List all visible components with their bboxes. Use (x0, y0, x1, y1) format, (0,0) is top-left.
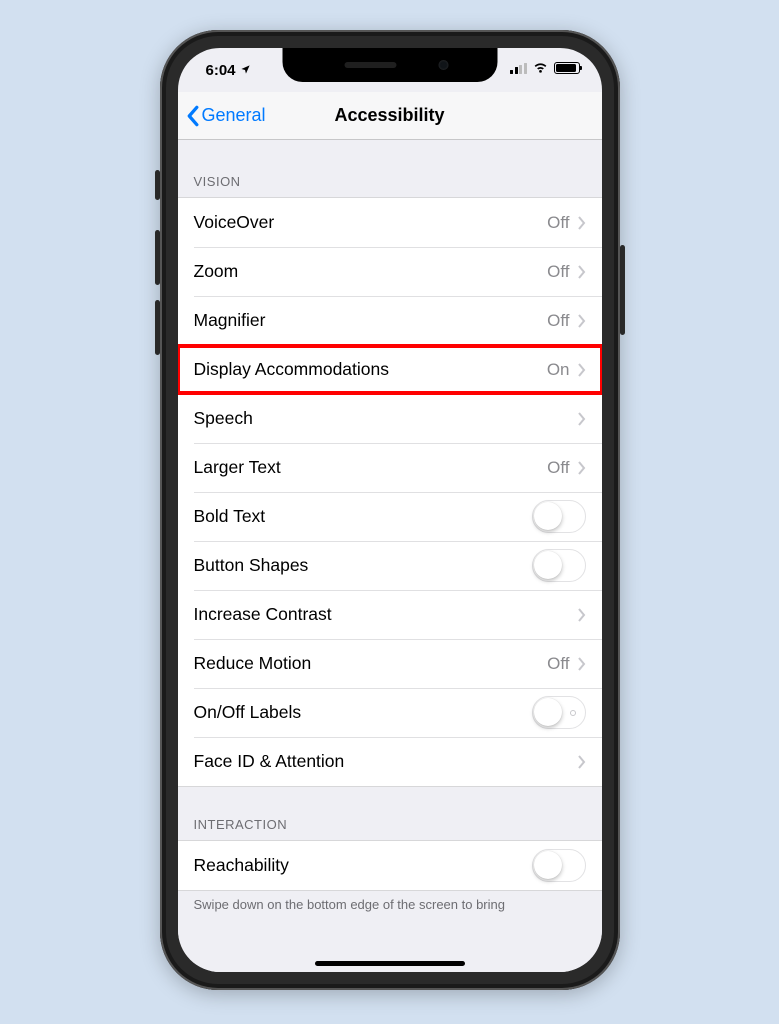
row-value: Off (547, 458, 569, 478)
row-speech[interactable]: Speech (178, 394, 602, 443)
row-label: Speech (194, 408, 578, 429)
front-camera (439, 60, 449, 70)
row-reduce-motion[interactable]: Reduce Motion Off (178, 639, 602, 688)
reachability-footer: Swipe down on the bottom edge of the scr… (178, 891, 602, 914)
row-display-accommodations[interactable]: Display Accommodations On (178, 345, 602, 394)
battery-icon (554, 62, 580, 74)
chevron-right-icon (578, 265, 586, 279)
row-faceid-attention[interactable]: Face ID & Attention (178, 737, 602, 786)
row-bold-text[interactable]: Bold Text (178, 492, 602, 541)
earpiece-speaker (345, 62, 397, 68)
row-label: VoiceOver (194, 212, 548, 233)
toggle-onoff-labels[interactable] (532, 696, 586, 729)
row-voiceover[interactable]: VoiceOver Off (178, 198, 602, 247)
screen: 6:04 (178, 48, 602, 972)
chevron-right-icon (578, 412, 586, 426)
row-label: Increase Contrast (194, 604, 578, 625)
notch (282, 48, 497, 82)
row-label: On/Off Labels (194, 702, 532, 723)
toggle-bold-text[interactable] (532, 500, 586, 533)
row-label: Face ID & Attention (194, 751, 578, 772)
chevron-right-icon (578, 363, 586, 377)
row-label: Larger Text (194, 457, 548, 478)
back-button[interactable]: General (186, 92, 266, 139)
page-title: Accessibility (334, 105, 444, 126)
row-label: Button Shapes (194, 555, 532, 576)
power-btn (620, 245, 625, 335)
wifi-icon (532, 62, 549, 74)
row-value: Off (547, 213, 569, 233)
row-magnifier[interactable]: Magnifier Off (178, 296, 602, 345)
row-reachability[interactable]: Reachability (178, 841, 602, 890)
section-header-vision: VISION (178, 140, 602, 197)
chevron-right-icon (578, 461, 586, 475)
back-label: General (202, 105, 266, 126)
row-label: Reachability (194, 855, 532, 876)
chevron-right-icon (578, 216, 586, 230)
chevron-right-icon (578, 755, 586, 769)
status-time: 6:04 (206, 62, 236, 79)
row-value: On (547, 360, 570, 380)
row-value: Off (547, 654, 569, 674)
row-label: Reduce Motion (194, 653, 548, 674)
chevron-left-icon (186, 105, 199, 127)
cellular-signal-icon (510, 63, 527, 74)
location-icon (240, 64, 251, 78)
row-zoom[interactable]: Zoom Off (178, 247, 602, 296)
phone-frame: 6:04 (160, 30, 620, 990)
row-button-shapes[interactable]: Button Shapes (178, 541, 602, 590)
status-left: 6:04 (206, 62, 251, 79)
content-scroll[interactable]: VISION VoiceOver Off Zoom Off Magnifier (178, 140, 602, 972)
navigation-bar: General Accessibility (178, 92, 602, 140)
row-label: Magnifier (194, 310, 548, 331)
row-value: Off (547, 262, 569, 282)
interaction-list: Reachability (178, 840, 602, 891)
home-indicator[interactable] (315, 961, 465, 966)
status-right (510, 62, 580, 74)
chevron-right-icon (578, 657, 586, 671)
phone-body: 6:04 (160, 30, 620, 990)
row-value: Off (547, 311, 569, 331)
toggle-reachability[interactable] (532, 849, 586, 882)
chevron-right-icon (578, 314, 586, 328)
row-increase-contrast[interactable]: Increase Contrast (178, 590, 602, 639)
row-label: Zoom (194, 261, 548, 282)
row-label: Display Accommodations (194, 359, 547, 380)
vision-list: VoiceOver Off Zoom Off Magnifier Off (178, 197, 602, 787)
toggle-button-shapes[interactable] (532, 549, 586, 582)
row-label: Bold Text (194, 506, 532, 527)
row-onoff-labels[interactable]: On/Off Labels (178, 688, 602, 737)
row-larger-text[interactable]: Larger Text Off (178, 443, 602, 492)
section-header-interaction: INTERACTION (178, 787, 602, 840)
chevron-right-icon (578, 608, 586, 622)
